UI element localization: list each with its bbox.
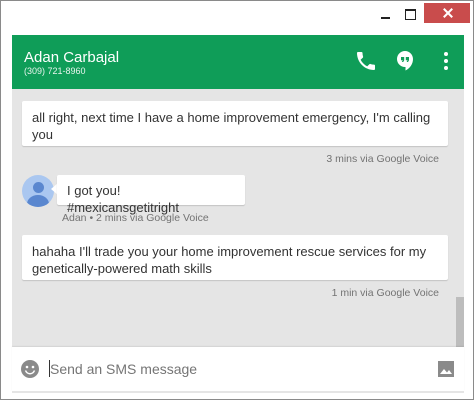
avatar-body [27,195,49,207]
hangouts-icon[interactable] [393,49,417,73]
message-list[interactable]: all right, next time I have a home impro… [12,89,464,347]
chat-window: Adan Carbajal (309) 721-8960 all right, … [0,0,474,400]
scrollbar-thumb[interactable] [456,297,464,347]
close-icon [424,3,470,23]
more-vert-icon[interactable] [434,49,458,73]
image-icon[interactable] [438,361,454,377]
phone-icon[interactable] [354,49,378,73]
minimize-button[interactable] [373,1,397,31]
avatar-head [33,182,44,193]
maximize-button[interactable] [399,1,423,31]
composer [12,347,464,393]
contact-phone: (309) 721-8960 [24,66,86,76]
contact-avatar [22,175,54,207]
conversation-header: Adan Carbajal (309) 721-8960 [12,35,464,89]
message-meta: 1 min via Google Voice [331,287,439,299]
message-meta: Adan • 2 mins via Google Voice [62,212,209,224]
message-meta: 3 mins via Google Voice [326,153,439,165]
incoming-message: I got you! #mexicansgetitright [57,175,245,215]
outgoing-message: all right, next time I have a home impro… [22,101,448,146]
smiley-icon[interactable] [20,359,40,379]
sms-input[interactable] [50,357,430,381]
close-button[interactable] [424,3,470,23]
contact-name: Adan Carbajal [24,49,120,66]
composer-box [12,347,464,391]
outgoing-message: hahaha I'll trade you your home improvem… [22,235,448,280]
